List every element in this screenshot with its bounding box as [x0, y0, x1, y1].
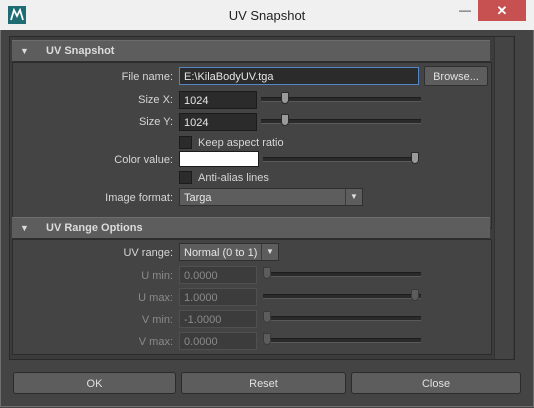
- uv-range-section-header[interactable]: ▼ UV Range Options: [12, 217, 490, 239]
- uv-range-section-body: UV range: Normal (0 to 1) ▼ U min: 0.000…: [12, 239, 492, 355]
- color-swatch[interactable]: [179, 151, 259, 167]
- v-max-slider-track[interactable]: [263, 338, 421, 343]
- size-x-slider-handle[interactable]: [281, 92, 289, 104]
- v-min-slider-track[interactable]: [263, 316, 421, 321]
- browse-button[interactable]: Browse...: [424, 66, 488, 86]
- file-name-field[interactable]: E:\KilaBodyUV.tga: [179, 67, 419, 85]
- keep-aspect-label: Keep aspect ratio: [198, 137, 284, 149]
- file-name-label: File name:: [121, 71, 173, 83]
- dialog-frame: ▼ UV Snapshot File name: E:\KilaBodyUV.t…: [0, 30, 534, 407]
- chevron-down-icon: ▼: [345, 189, 362, 205]
- u-max-field[interactable]: 1.0000: [179, 288, 257, 306]
- v-min-label: V min:: [141, 314, 173, 326]
- u-max-slider-handle[interactable]: [411, 289, 419, 301]
- uv-range-value: Normal (0 to 1): [184, 247, 258, 259]
- uv-snapshot-section-header[interactable]: ▼ UV Snapshot: [12, 40, 490, 62]
- color-value-label: Color value:: [114, 154, 173, 166]
- uv-snapshot-section-body: File name: E:\KilaBodyUV.tga Browse... S…: [12, 62, 492, 229]
- v-max-slider-handle[interactable]: [263, 333, 271, 345]
- close-window-button[interactable]: ✕: [478, 0, 526, 21]
- image-format-label: Image format:: [105, 192, 173, 204]
- reset-button[interactable]: Reset: [181, 372, 346, 394]
- u-min-field[interactable]: 0.0000: [179, 266, 257, 284]
- collapse-arrow-icon: ▼: [20, 223, 29, 233]
- v-max-label: V max:: [138, 336, 173, 348]
- size-x-field[interactable]: 1024: [179, 91, 257, 109]
- uv-range-label: UV range:: [123, 247, 173, 259]
- section-title: UV Snapshot: [46, 45, 115, 57]
- u-max-label: U max:: [138, 292, 173, 304]
- size-y-label: Size Y:: [138, 116, 173, 128]
- v-max-field[interactable]: 0.0000: [179, 332, 257, 350]
- close-button[interactable]: Close: [351, 372, 521, 394]
- uv-range-dropdown[interactable]: Normal (0 to 1) ▼: [179, 243, 279, 261]
- u-min-slider-handle[interactable]: [263, 267, 271, 279]
- chevron-down-icon: ▼: [261, 244, 278, 260]
- color-slider-handle[interactable]: [411, 152, 419, 164]
- size-y-slider-handle[interactable]: [281, 114, 289, 126]
- size-y-field[interactable]: 1024: [179, 113, 257, 131]
- v-min-slider-handle[interactable]: [263, 311, 271, 323]
- image-format-value: Targa: [184, 192, 212, 204]
- v-min-field[interactable]: -1.0000: [179, 310, 257, 328]
- scrollbar-area[interactable]: [494, 37, 513, 359]
- u-max-slider-track[interactable]: [263, 294, 421, 299]
- u-min-slider-track[interactable]: [263, 272, 421, 277]
- options-panel: ▼ UV Snapshot File name: E:\KilaBodyUV.t…: [9, 36, 515, 360]
- u-min-label: U min:: [141, 270, 173, 282]
- collapse-arrow-icon: ▼: [20, 46, 29, 56]
- image-format-dropdown[interactable]: Targa ▼: [179, 188, 363, 206]
- anti-alias-label: Anti-alias lines: [198, 172, 269, 184]
- window-title-bar: UV Snapshot — ✕: [0, 0, 534, 31]
- color-slider-track[interactable]: [263, 157, 419, 162]
- anti-alias-checkbox[interactable]: [179, 171, 192, 184]
- section-title: UV Range Options: [46, 222, 143, 234]
- keep-aspect-checkbox[interactable]: [179, 136, 192, 149]
- size-x-label: Size X:: [138, 94, 173, 106]
- minimize-button[interactable]: —: [452, 0, 478, 21]
- ok-button[interactable]: OK: [13, 372, 176, 394]
